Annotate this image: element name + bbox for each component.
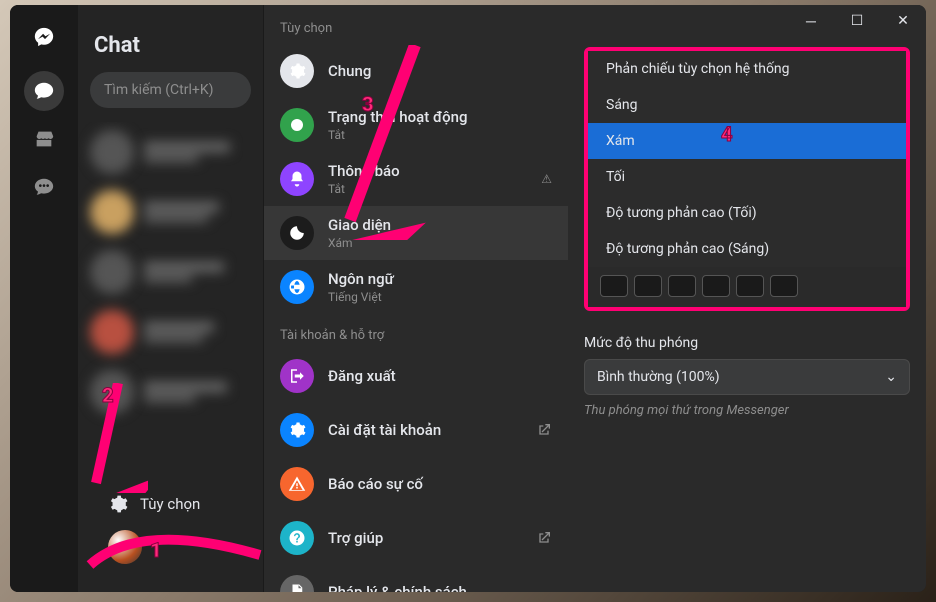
theme-option[interactable]: Xám bbox=[588, 123, 906, 159]
theme-option[interactable]: Tối bbox=[588, 159, 906, 195]
rail-chat-icon[interactable] bbox=[24, 71, 64, 111]
option-label: Cài đặt tài khoản bbox=[328, 421, 441, 439]
rail-requests-icon[interactable] bbox=[24, 167, 64, 207]
option-item-alert[interactable]: Báo cáo sự cố bbox=[264, 457, 568, 511]
options-title: Tùy chọn bbox=[264, 13, 568, 44]
option-sublabel: Tắt bbox=[328, 182, 400, 196]
right-panel: ─ ☐ ✕ Phản chiếu tùy chọn hệ thốngSángXá… bbox=[568, 5, 926, 592]
theme-swatch[interactable] bbox=[702, 275, 730, 297]
theme-swatch[interactable] bbox=[668, 275, 696, 297]
gear-icon bbox=[280, 54, 314, 88]
theme-swatches bbox=[588, 267, 906, 307]
zoom-select[interactable]: Bình thường (100%) ⌄ bbox=[584, 359, 910, 395]
zoom-label: Mức độ thu phóng bbox=[584, 335, 910, 351]
doc-icon bbox=[280, 575, 314, 592]
search-input[interactable]: Tìm kiếm (Ctrl+K) bbox=[90, 72, 251, 108]
option-label: Trạng thái hoạt động bbox=[328, 108, 468, 126]
warning-icon: ⚠ bbox=[541, 172, 552, 186]
option-label: Đăng xuất bbox=[328, 367, 396, 385]
minimize-button[interactable]: ─ bbox=[788, 5, 834, 37]
bell-icon bbox=[280, 162, 314, 196]
nav-rail bbox=[10, 5, 78, 592]
maximize-button[interactable]: ☐ bbox=[834, 5, 880, 37]
option-sublabel: Xám bbox=[328, 236, 391, 250]
theme-option[interactable]: Sáng bbox=[588, 87, 906, 123]
option-label: Báo cáo sự cố bbox=[328, 475, 423, 493]
option-label: Giao diện bbox=[328, 216, 391, 234]
chat-item[interactable] bbox=[78, 182, 263, 242]
option-sublabel: Tắt bbox=[328, 128, 468, 142]
annotation-number-3: 3 bbox=[362, 92, 374, 116]
globe-icon bbox=[280, 270, 314, 304]
messenger-logo[interactable] bbox=[24, 17, 64, 57]
moon-icon bbox=[280, 216, 314, 250]
external-link-icon bbox=[536, 422, 552, 438]
app-window: Chat Tìm kiếm (Ctrl+K) Tùy chọn Tùy chọn… bbox=[10, 5, 926, 592]
annotation-number-2: 2 bbox=[102, 383, 114, 407]
chat-item[interactable] bbox=[78, 242, 263, 302]
theme-swatch[interactable] bbox=[736, 275, 764, 297]
option-item-moon[interactable]: Giao diện Xám bbox=[264, 206, 568, 260]
external-link-icon bbox=[536, 530, 552, 546]
annotation-number-4: 4 bbox=[721, 122, 733, 146]
gear-icon bbox=[280, 413, 314, 447]
theme-swatch[interactable] bbox=[634, 275, 662, 297]
gear-icon bbox=[108, 494, 128, 514]
theme-swatch[interactable] bbox=[600, 275, 628, 297]
chat-item[interactable] bbox=[78, 302, 263, 362]
preferences-button[interactable]: Tùy chọn bbox=[108, 494, 200, 514]
options-panel: Tùy chọn ChungTrạng thái hoạt độngTắtThô… bbox=[263, 5, 568, 592]
option-label: Chung bbox=[328, 62, 371, 80]
option-item-bell[interactable]: Thông báo Tắt ⚠ bbox=[264, 152, 568, 206]
theme-swatch[interactable] bbox=[770, 275, 798, 297]
theme-option[interactable]: Độ tương phản cao (Sáng) bbox=[588, 231, 906, 267]
status-icon bbox=[280, 108, 314, 142]
sidebar-title: Chat bbox=[78, 33, 263, 72]
chat-item[interactable] bbox=[78, 122, 263, 182]
rail-marketplace-icon[interactable] bbox=[24, 119, 64, 159]
option-item-help[interactable]: Trợ giúp bbox=[264, 511, 568, 565]
chat-sidebar: Chat Tìm kiếm (Ctrl+K) Tùy chọn bbox=[78, 5, 263, 592]
option-label: Ngôn ngữ bbox=[328, 270, 394, 288]
option-item-gear[interactable]: Cài đặt tài khoản bbox=[264, 403, 568, 457]
logout-icon bbox=[280, 359, 314, 393]
option-item-status[interactable]: Trạng thái hoạt động Tắt bbox=[264, 98, 568, 152]
option-item-globe[interactable]: Ngôn ngữ Tiếng Việt bbox=[264, 260, 568, 314]
window-controls: ─ ☐ ✕ bbox=[788, 5, 926, 37]
option-label: Thông báo bbox=[328, 162, 400, 180]
option-sublabel: Tiếng Việt bbox=[328, 290, 394, 304]
alert-icon bbox=[280, 467, 314, 501]
option-label: Pháp lý & chính sách bbox=[328, 583, 467, 592]
chevron-down-icon: ⌄ bbox=[885, 369, 897, 385]
close-button[interactable]: ✕ bbox=[880, 5, 926, 37]
option-item-logout[interactable]: Đăng xuất bbox=[264, 349, 568, 403]
option-item-doc[interactable]: Pháp lý & chính sách bbox=[264, 565, 568, 592]
chat-list bbox=[78, 122, 263, 592]
theme-option[interactable]: Phản chiếu tùy chọn hệ thống bbox=[588, 51, 906, 87]
option-item-gear[interactable]: Chung bbox=[264, 44, 568, 98]
help-icon bbox=[280, 521, 314, 555]
theme-option[interactable]: Độ tương phản cao (Tối) bbox=[588, 195, 906, 231]
section-account-support: Tài khoản & hỗ trợ bbox=[264, 314, 568, 349]
annotation-number-1: 1 bbox=[150, 538, 162, 562]
user-avatar[interactable] bbox=[108, 530, 142, 564]
zoom-hint: Thu phóng mọi thứ trong Messenger bbox=[584, 403, 910, 418]
theme-dropdown: Phản chiếu tùy chọn hệ thốngSángXámTốiĐộ… bbox=[584, 47, 910, 311]
option-label: Trợ giúp bbox=[328, 529, 383, 547]
